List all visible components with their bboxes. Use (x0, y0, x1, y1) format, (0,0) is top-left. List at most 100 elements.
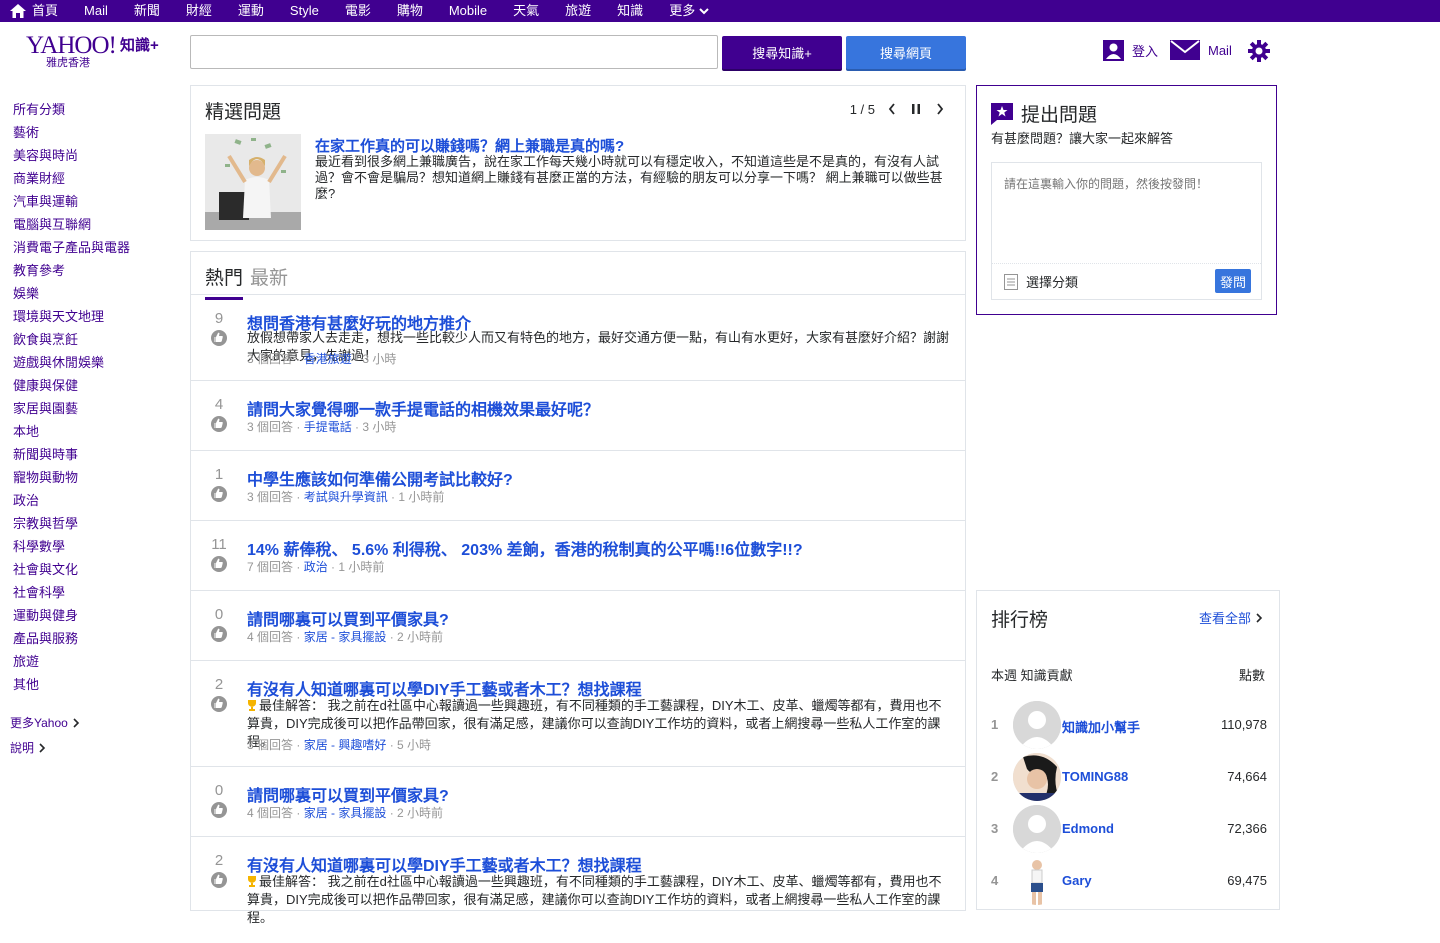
category-link[interactable]: 本地 (13, 420, 183, 443)
sign-in-link[interactable]: 登入 (1103, 40, 1158, 61)
category-link[interactable]: 家居 - 家具擺設 (304, 630, 387, 644)
nav-item-home[interactable]: 首頁 (0, 0, 71, 22)
ask-question-textarea[interactable] (992, 163, 1261, 263)
category-link[interactable]: 商業財經 (13, 167, 183, 190)
category-link[interactable]: 消費電子產品與電器 (13, 236, 183, 259)
tab-latest[interactable]: 最新 (250, 263, 288, 297)
category-link[interactable]: 香港旅遊 (304, 352, 352, 366)
search-input[interactable] (190, 35, 718, 69)
category-link[interactable]: 家居 - 興趣嗜好 (304, 738, 387, 752)
nav-item-news[interactable]: 新聞 (121, 0, 173, 22)
thumbs-up-icon[interactable] (211, 872, 227, 888)
category-link[interactable]: 科學數學 (13, 535, 183, 558)
points: 74,664 (1227, 769, 1267, 784)
category-link[interactable]: 旅遊 (13, 650, 183, 673)
category-link[interactable]: 家居 - 家具擺設 (304, 806, 387, 820)
answer-count: 3 個回答 (247, 490, 294, 504)
thumbs-up-icon[interactable] (211, 416, 227, 432)
search-web-button[interactable]: 搜尋網頁 (846, 36, 966, 69)
nav-item-sports[interactable]: 運動 (225, 0, 277, 22)
more-yahoo-link[interactable]: 更多Yahoo (10, 714, 80, 731)
thumbs-up-icon[interactable] (211, 696, 227, 712)
category-link[interactable]: 電腦與互聯網 (13, 213, 183, 236)
ask-input-area: 選擇分類 發問 (991, 162, 1262, 300)
category-link[interactable]: 產品與服務 (13, 627, 183, 650)
thumbs-up-icon[interactable] (211, 330, 227, 346)
pause-button[interactable] (905, 100, 927, 118)
search-answers-button[interactable]: 搜尋知識+ (722, 36, 842, 69)
ask-header: 提出問題 (991, 100, 1097, 127)
thumbs-up-icon[interactable] (211, 626, 227, 642)
nav-item-mail[interactable]: Mail (71, 0, 121, 22)
category-link[interactable]: 娛樂 (13, 282, 183, 305)
username-link[interactable]: Gary (1062, 873, 1092, 888)
question-title-link[interactable]: 中學生應該如何準備公開考試比較好? (247, 466, 513, 490)
points: 72,366 (1227, 821, 1267, 836)
featured-question-link[interactable]: 在家工作真的可以賺錢嗎？網上兼職是真的嗎? (315, 135, 624, 156)
ask-submit-button[interactable]: 發問 (1215, 269, 1251, 293)
category-link[interactable]: 手提電話 (304, 420, 352, 434)
prev-button[interactable] (881, 100, 903, 118)
view-all-link[interactable]: 查看全部 (1199, 608, 1263, 627)
thumbs-up-icon[interactable] (211, 486, 227, 502)
ask-footer: 選擇分類 發問 (992, 263, 1261, 299)
question-title-link[interactable]: 請問大家覺得哪一款手提電話的相機效果最好呢？ (247, 396, 599, 420)
category-link[interactable]: 健康與保健 (13, 374, 183, 397)
category-link[interactable]: 教育參考 (13, 259, 183, 282)
gear-icon[interactable] (1248, 40, 1270, 62)
category-link[interactable]: 藝術 (13, 121, 183, 144)
category-link[interactable]: 汽車與運輸 (13, 190, 183, 213)
more-yahoo-label: 更多Yahoo (10, 716, 68, 730)
category-link[interactable]: 社會科學 (13, 581, 183, 604)
category-select[interactable]: 選擇分類 (1004, 272, 1078, 291)
category-link[interactable]: 其他 (13, 673, 183, 696)
category-link[interactable]: 寵物與動物 (13, 466, 183, 489)
category-link[interactable]: 遊戲與休閒娛樂 (13, 351, 183, 374)
category-link[interactable]: 考試與升學資訊 (304, 490, 388, 504)
category-link[interactable]: 運動與健身 (13, 604, 183, 627)
avatar[interactable] (1013, 753, 1061, 801)
question-title-link[interactable]: 請問哪裏可以買到平價家具? (247, 606, 449, 630)
next-button[interactable] (929, 100, 951, 118)
view-all-label: 查看全部 (1198, 611, 1251, 626)
nav-item-travel[interactable]: 旅遊 (552, 0, 604, 22)
username-link[interactable]: TOMING88 (1062, 769, 1128, 784)
featured-image[interactable] (205, 134, 301, 230)
category-link[interactable]: 家居與園藝 (13, 397, 183, 420)
nav-item-weather[interactable]: 天氣 (500, 0, 552, 22)
nav-item-answers[interactable]: 知識 (604, 0, 656, 22)
nav-item-movies[interactable]: 電影 (332, 0, 384, 22)
username-link[interactable]: 知識加小幫手 (1062, 717, 1140, 736)
avatar[interactable] (1013, 857, 1061, 905)
question-item: 4 請問大家覺得哪一款手提電話的相機效果最好呢？ 3 個回答 · 手提電話 · … (191, 381, 965, 451)
thumbs-up-icon[interactable] (211, 556, 227, 572)
avatar[interactable] (1013, 701, 1061, 749)
yahoo-answers-logo[interactable]: YAHOO! 知識+ 雅虎香港 (26, 32, 166, 72)
category-link[interactable]: 宗教與哲學 (13, 512, 183, 535)
category-link[interactable]: 政治 (304, 560, 328, 574)
nav-item-shopping[interactable]: 購物 (384, 0, 436, 22)
nav-item-style[interactable]: Style (277, 0, 332, 22)
category-link[interactable]: 飲食與烹飪 (13, 328, 183, 351)
category-link[interactable]: 美容與時尚 (13, 144, 183, 167)
thumbs-up-icon[interactable] (211, 802, 227, 818)
category-link[interactable]: 新聞與時事 (13, 443, 183, 466)
points: 69,475 (1227, 873, 1267, 888)
question-meta: 4 個回答 · 家居 - 家具擺設 · 2 小時前 (247, 630, 444, 644)
mail-link[interactable]: Mail (1170, 40, 1232, 60)
question-title-link[interactable]: 14% 薪俸稅、 5.6% 利得稅、 203% 差餉，香港的稅制真的公平嗎!!6… (247, 536, 803, 560)
avatar[interactable] (1013, 805, 1061, 853)
question-title-link[interactable]: 請問哪裏可以買到平價家具? (247, 782, 449, 806)
document-icon (1004, 273, 1018, 290)
nav-item-mobile[interactable]: Mobile (436, 0, 500, 22)
category-link[interactable]: 所有分類 (13, 98, 183, 121)
nav-item-finance[interactable]: 財經 (173, 0, 225, 22)
category-link[interactable]: 環境與天文地理 (13, 305, 183, 328)
nav-item-more[interactable]: 更多 (656, 0, 722, 22)
username-link[interactable]: Edmond (1062, 821, 1114, 836)
leaderboard-header-right: 點數 (1238, 668, 1265, 683)
question-meta: 3 個回答 · 香港旅遊 · 3 小時 (247, 352, 397, 366)
category-link[interactable]: 社會與文化 (13, 558, 183, 581)
category-link[interactable]: 政治 (13, 489, 183, 512)
help-link[interactable]: 說明 (10, 739, 46, 756)
